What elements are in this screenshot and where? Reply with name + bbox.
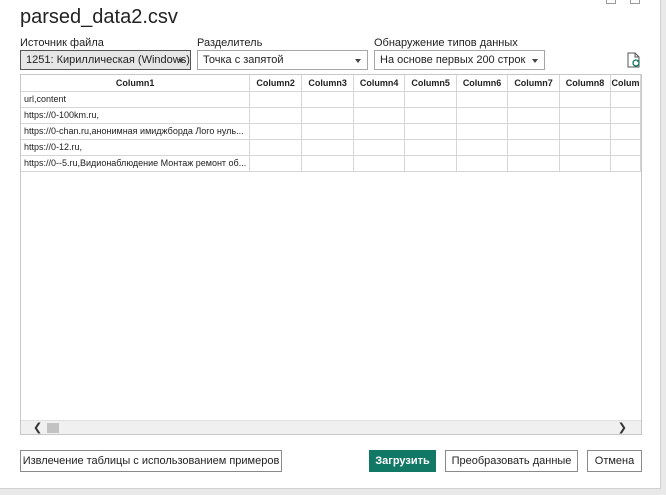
table-cell (559, 139, 612, 156)
table-cell (353, 155, 406, 172)
delimiter-dropdown[interactable]: Точка с запятой (197, 50, 368, 70)
table-cell (404, 107, 458, 124)
table-cell (456, 155, 509, 172)
refresh-preview-icon[interactable] (627, 52, 641, 68)
scroll-left-icon[interactable]: ❮ (33, 422, 42, 434)
scrollbar-thumb[interactable] (47, 423, 59, 433)
column-header[interactable]: Colum (610, 75, 641, 92)
table-cell: url,content (21, 91, 251, 108)
table-cell (353, 123, 406, 140)
cancel-button[interactable]: Отмена (587, 450, 642, 472)
table-cell (301, 139, 355, 156)
scroll-right-icon[interactable]: ❯ (618, 422, 627, 434)
table-cell (610, 139, 641, 156)
table-cell (456, 139, 509, 156)
table-cell (249, 91, 303, 108)
table-cell (249, 155, 303, 172)
column-header[interactable]: Column4 (353, 75, 406, 92)
table-cell (353, 91, 406, 108)
dialog-title: parsed_data2.csv (20, 6, 178, 28)
table-cell (301, 91, 355, 108)
table-cell (249, 139, 303, 156)
table-row: url,content (21, 91, 641, 108)
table-cell (301, 107, 355, 124)
table-cell (301, 123, 355, 140)
chevron-down-icon (178, 59, 184, 63)
delimiter-label: Разделитель (197, 37, 263, 49)
horizontal-scrollbar[interactable]: ❮ ❯ (21, 420, 641, 434)
type-detection-label: Обнаружение типов данных (374, 37, 518, 49)
table-cell (507, 107, 561, 124)
table-row: https://0-100km.ru, (21, 107, 641, 124)
table-row: https://0--5.ru,Видионаблюдение Монтаж р… (21, 155, 641, 172)
table-cell (610, 123, 641, 140)
close-button[interactable] (630, 0, 640, 4)
table-cell: https://0-100km.ru, (21, 107, 251, 124)
table-cell (456, 91, 509, 108)
column-header[interactable]: Column7 (507, 75, 561, 92)
type-detection-value: На основе первых 200 строк (380, 54, 526, 66)
header-row: Column1 Column2 Column3 Column4 Column5 … (21, 75, 641, 92)
import-dialog: parsed_data2.csv Источник файла 1251: Ки… (0, 0, 661, 489)
table-cell (559, 155, 612, 172)
column-header[interactable]: Column1 (21, 75, 251, 92)
file-origin-value: 1251: Кириллическая (Windows) (26, 54, 190, 66)
extract-table-button[interactable]: Извлечение таблицы с использованием прим… (20, 450, 282, 472)
table-cell (507, 123, 561, 140)
table-cell (404, 139, 458, 156)
table-cell (353, 107, 406, 124)
column-header[interactable]: Column2 (249, 75, 303, 92)
column-header[interactable]: Column6 (456, 75, 509, 92)
delimiter-value: Точка с запятой (203, 54, 284, 66)
table-cell (507, 155, 561, 172)
table-cell: https://0--5.ru,Видионаблюдение Монтаж р… (21, 155, 251, 172)
table-cell (404, 123, 458, 140)
type-detection-dropdown[interactable]: На основе первых 200 строк (374, 50, 545, 70)
table-cell (507, 139, 561, 156)
table-cell (249, 107, 303, 124)
table-cell (456, 123, 509, 140)
preview-grid[interactable]: Column1 Column2 Column3 Column4 Column5 … (20, 74, 642, 435)
table-cell (507, 91, 561, 108)
table-cell (404, 91, 458, 108)
table-cell (456, 107, 509, 124)
table-cell (353, 139, 406, 156)
table-row: https://0-chan.ru,анонимная имиджборда Л… (21, 123, 641, 140)
table-cell (559, 91, 612, 108)
table-cell (610, 107, 641, 124)
transform-data-button[interactable]: Преобразовать данные (445, 450, 578, 472)
column-header[interactable]: Column3 (301, 75, 355, 92)
table-cell (610, 155, 641, 172)
load-button[interactable]: Загрузить (369, 450, 436, 472)
table-cell (610, 91, 641, 108)
file-origin-label: Источник файла (20, 37, 104, 49)
preview-table: Column1 Column2 Column3 Column4 Column5 … (21, 75, 641, 172)
table-cell (249, 123, 303, 140)
table-cell (404, 155, 458, 172)
table-cell: https://0-12.ru, (21, 139, 251, 156)
column-header[interactable]: Column8 (559, 75, 612, 92)
window-controls (606, 0, 640, 4)
table-row: https://0-12.ru, (21, 139, 641, 156)
table-cell (301, 155, 355, 172)
table-cell (559, 123, 612, 140)
table-cell (559, 107, 612, 124)
chevron-down-icon (355, 59, 361, 63)
chevron-down-icon (532, 59, 538, 63)
file-origin-dropdown[interactable]: 1251: Кириллическая (Windows) (20, 50, 191, 70)
column-header[interactable]: Column5 (404, 75, 458, 92)
table-cell: https://0-chan.ru,анонимная имиджборда Л… (21, 123, 251, 140)
maximize-button[interactable] (606, 0, 616, 4)
